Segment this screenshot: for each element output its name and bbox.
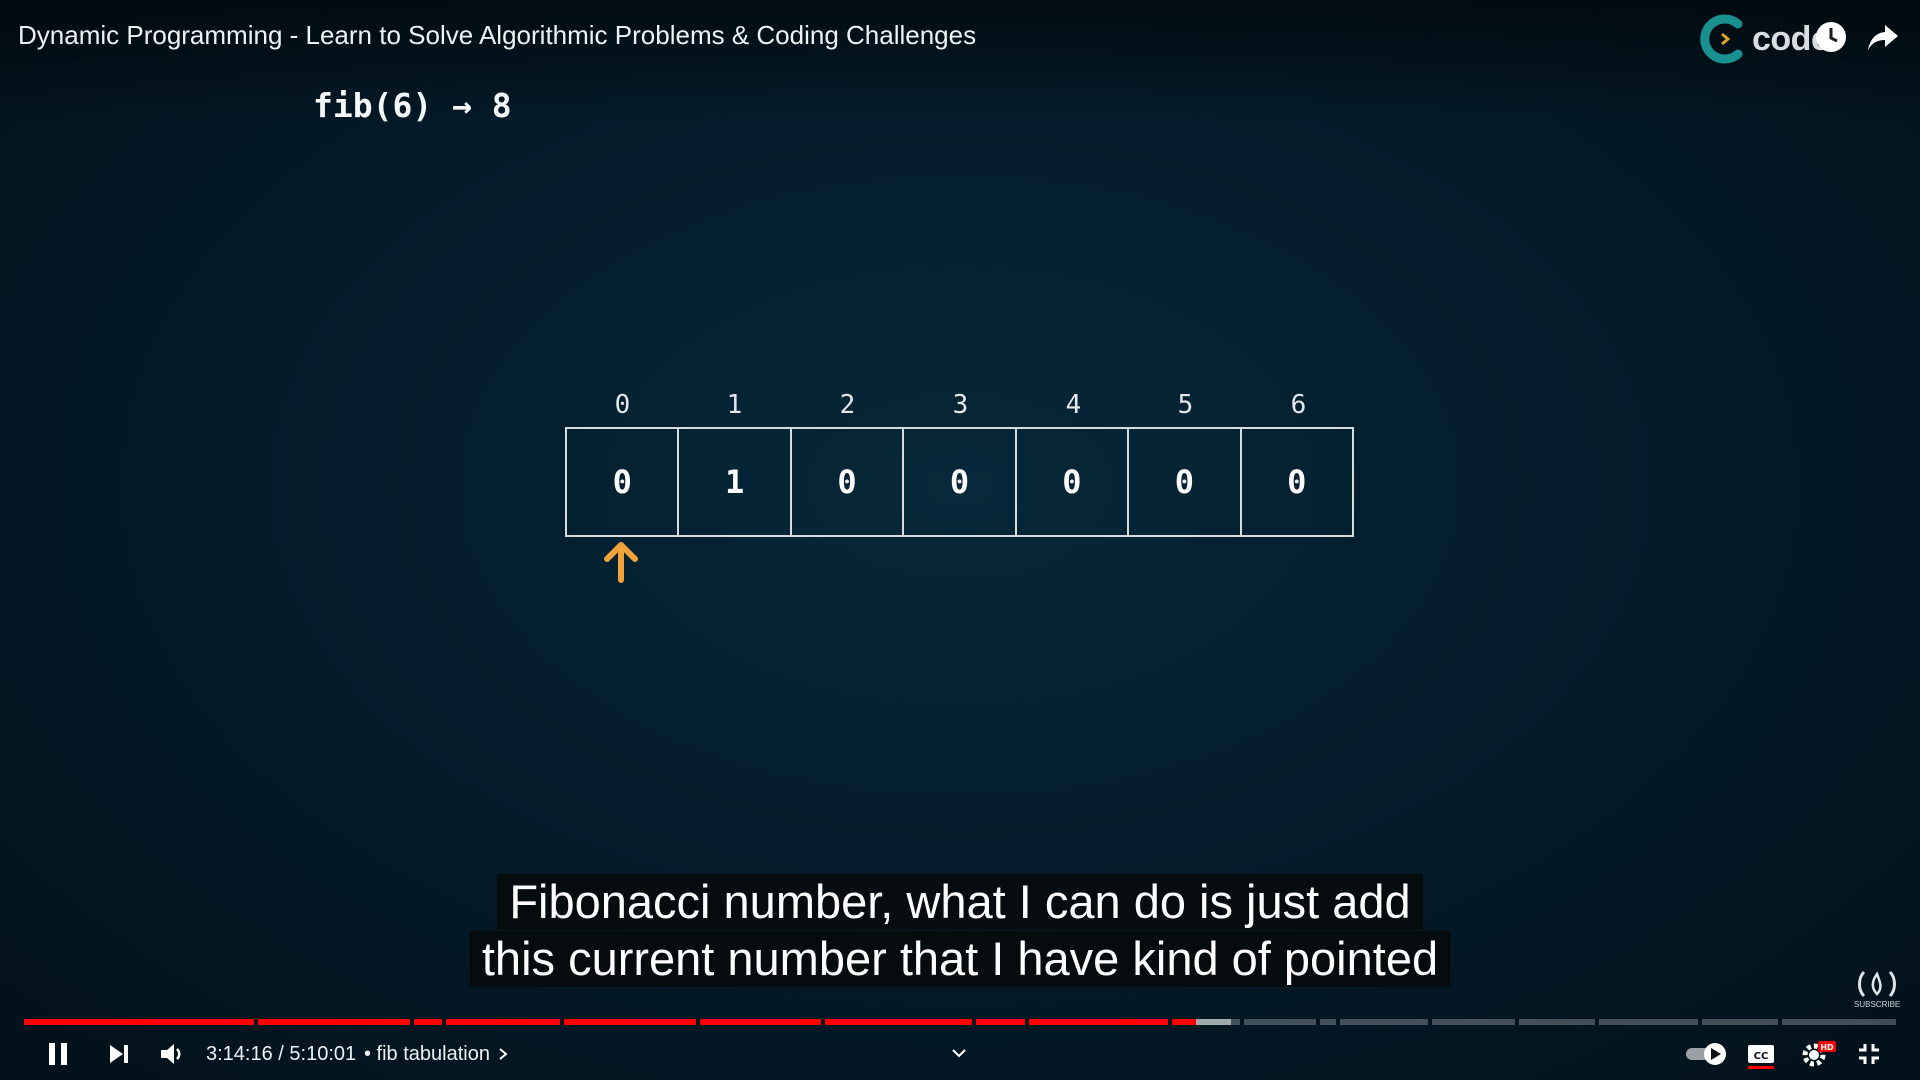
clock-icon[interactable] [1814,20,1848,54]
progress-played [24,1019,1196,1025]
pause-button[interactable] [44,1032,76,1076]
chapter-marker [410,1019,414,1025]
index-label: 6 [1290,390,1307,420]
chapter-marker [1515,1019,1519,1025]
chapter-marker [254,1019,258,1025]
chevron-right-icon [499,1048,508,1060]
video-title[interactable]: Dynamic Programming - Learn to Solve Alg… [18,20,976,51]
index-label: 0 [614,390,631,420]
autoplay-toggle-icon [1686,1043,1726,1065]
chapter-marker [972,1019,976,1025]
exit-fullscreen-button[interactable] [1856,1032,1886,1076]
caption-line-1: Fibonacci number, what I can do is just … [497,874,1423,930]
next-icon [110,1045,128,1063]
time-display-text: 3:14:16 / 5:10:01 [206,1042,357,1065]
chapter-marker [560,1019,564,1025]
subscribe-label: SUBSCRIBE [1854,1000,1901,1009]
index-label: 1 [726,390,743,420]
chapter-marker [1778,1019,1782,1025]
chapter-marker [1025,1019,1029,1025]
freecodecamp-icon [1858,970,1896,998]
table-cell: 0 [1129,429,1242,535]
chapter-marker [1698,1019,1702,1025]
index-row: 0 1 2 3 4 5 6 [566,390,1355,426]
table-cell: 0 [567,429,680,535]
table-cell: 0 [792,429,905,535]
pointer-arrow-icon [604,542,639,583]
chapter-marker [1595,1019,1599,1025]
progress-bar[interactable] [24,1019,1896,1025]
subscribe-badge[interactable]: SUBSCRIBE [1854,968,1900,1010]
volume-button[interactable] [158,1032,188,1076]
chapter-title: • fib tabulation [364,1042,490,1065]
share-icon[interactable] [1866,20,1900,54]
table-cell: 0 [1287,463,1307,501]
chapter-marker [1168,1019,1172,1025]
chevron-down-icon [952,1049,966,1058]
index-label: 4 [1065,390,1082,420]
chapter-button[interactable]: • fib tabulation [364,1032,510,1076]
volume-icon [161,1044,181,1064]
expand-button[interactable] [950,1032,972,1076]
chapter-marker [1316,1019,1320,1025]
index-label: 3 [952,390,969,420]
caption-line-2: this current number that I have kind of … [469,931,1451,987]
table-cell: 1 [679,429,792,535]
top-bar [0,0,1920,120]
index-label: 2 [839,390,856,420]
captions: Fibonacci number, what I can do is just … [0,874,1920,988]
chapter-marker [442,1019,446,1025]
chapter-marker [1428,1019,1432,1025]
channel-logo-icon [1700,14,1743,64]
player-controls: 3:14:16 / 5:10:01 • fib tabulation CC HD [0,1032,1920,1076]
chapter-marker [696,1019,700,1025]
chapter-marker [821,1019,825,1025]
fib-formula: fib(6) → 8 [313,86,512,125]
fib-table: 0 1 0 0 0 0 0 [565,427,1354,537]
index-label: 5 [1177,390,1194,420]
settings-button[interactable]: HD [1800,1032,1838,1076]
captions-button[interactable]: CC [1746,1032,1776,1076]
pause-icon [49,1043,67,1065]
svg-text:HD: HD [1820,1043,1834,1052]
table-cell: 0 [904,429,1017,535]
autoplay-toggle[interactable] [1684,1032,1730,1076]
time-display: 3:14:16 / 5:10:01 [206,1032,356,1076]
exit-fullscreen-icon [1859,1044,1879,1064]
cc-icon: CC [1748,1045,1774,1069]
chapter-marker [1240,1019,1244,1025]
chapter-marker [1336,1019,1340,1025]
table-cell: 0 [1017,429,1130,535]
gear-icon: HD [1802,1041,1836,1067]
next-button[interactable] [106,1032,136,1076]
svg-text:CC: CC [1754,1051,1769,1062]
